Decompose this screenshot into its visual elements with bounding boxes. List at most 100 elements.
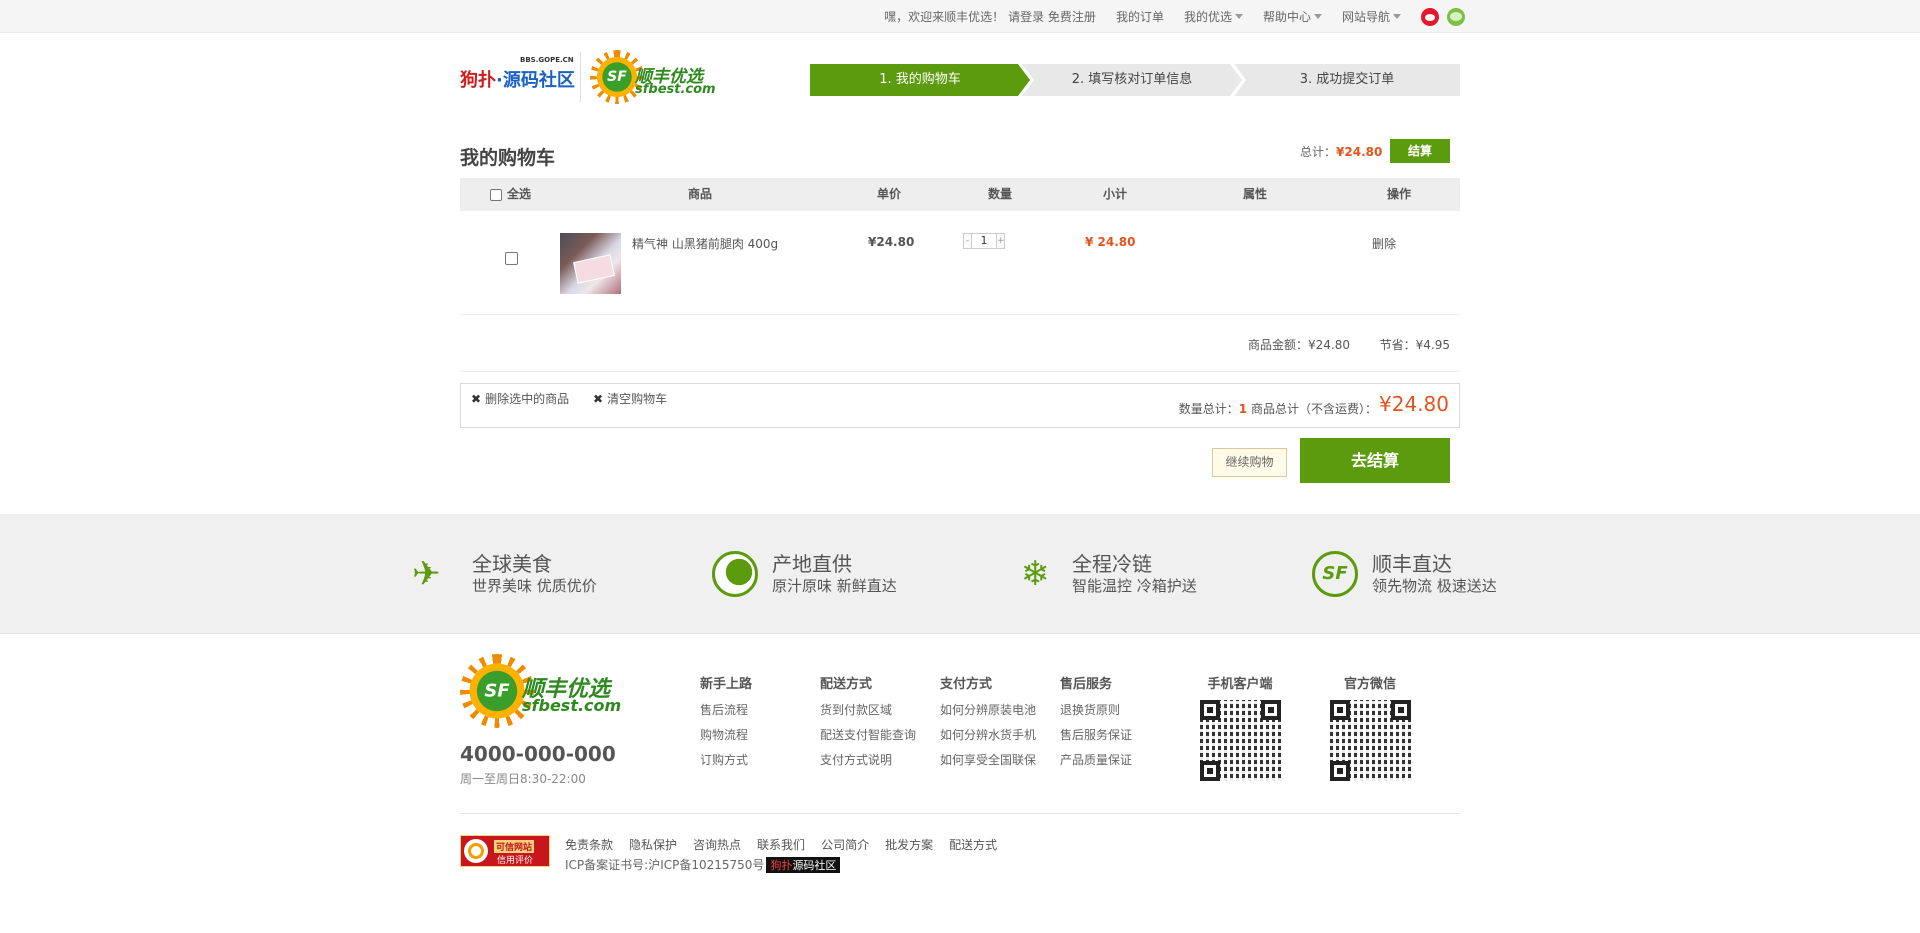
checkout-button[interactable]: 去结算: [1300, 438, 1450, 483]
footer-link[interactable]: 货到付款区域: [820, 701, 930, 718]
my-orders-link[interactable]: 我的订单: [1116, 8, 1164, 25]
footer-column-after-sales: 售后服务 退换货原则 售后服务保证 产品质量保证: [1060, 673, 1170, 776]
footer-column-title: 售后服务: [1060, 677, 1113, 692]
col-operation: 操作: [1387, 187, 1412, 201]
close-icon: ✖: [471, 391, 482, 406]
feature-subtitle: 世界美味 优质优价: [472, 577, 597, 595]
partner-logo-red: 狗扑: [460, 70, 496, 91]
footer-link[interactable]: 售后服务保证: [1060, 726, 1170, 743]
goods-total: ¥24.80: [1379, 392, 1449, 416]
footer-column-delivery: 配送方式 货到付款区域 配送支付智能查询 支付方式说明: [820, 673, 930, 776]
saved-amount: 节省：¥4.95: [1380, 336, 1450, 353]
partner-logo-blue: ·源码社区: [496, 70, 575, 91]
footer-link[interactable]: 咨询热点: [693, 836, 741, 853]
footer-logo[interactable]: SF 顺丰优选 sfbest.com: [460, 654, 621, 730]
footer-link[interactable]: 退换货原则: [1060, 701, 1170, 718]
qty-total: 1: [1238, 402, 1248, 416]
trusted-site-badge[interactable]: 可信网站 信用评价: [460, 835, 550, 867]
my-sfbest-label: 我的优选: [1183, 10, 1232, 24]
plane-icon: ✈: [412, 554, 441, 594]
footer-link[interactable]: 联系我们: [757, 836, 805, 853]
total-value: ¥24.80: [1336, 145, 1383, 159]
clear-cart-label: 清空购物车: [607, 392, 668, 406]
footer-links: 免责条款 隐私保护 咨询热点 联系我们 公司简介 批发方案 配送方式: [565, 836, 1013, 853]
trust-seal-icon: [464, 839, 488, 863]
feature-subtitle: 领先物流 极速送达: [1372, 577, 1497, 595]
footer-link[interactable]: 售后流程: [700, 701, 810, 718]
qr-corner: [1260, 700, 1281, 720]
top-links: 嘿，欢迎来顺丰优选！ 请登录 免费注册 我的订单 我的优选 帮助中心 网站导航: [884, 0, 1920, 33]
total-label: 总计：: [1300, 145, 1337, 159]
footer-link[interactable]: 购物流程: [700, 726, 810, 743]
quantity-stepper: - 1 +: [963, 233, 1005, 249]
goods-amount: 商品金额：¥24.80: [1248, 336, 1350, 353]
qr-corner: [1199, 761, 1220, 781]
footer-column-title: 配送方式: [820, 677, 873, 692]
weibo-icon[interactable]: [1421, 7, 1439, 26]
qty-plus-button[interactable]: +: [996, 233, 1005, 249]
footer-link[interactable]: 免责条款: [565, 836, 613, 853]
goods-total-label: 商品总计（不含运费）：: [1250, 402, 1377, 416]
saved-value: ¥4.95: [1415, 338, 1450, 352]
help-center-menu[interactable]: 帮助中心: [1263, 8, 1322, 25]
step-fill-order: 2. 填写核对订单信息: [1022, 64, 1242, 96]
sf-icon: SF: [1312, 551, 1358, 597]
sum-summary: 数量总计：1 商品总计（不含运费）：: [1179, 400, 1377, 417]
page-title: 我的购物车: [460, 147, 556, 169]
footer-link[interactable]: 配送支付智能查询: [820, 726, 930, 743]
amount-summary: 商品金额：¥24.80 节省：¥4.95: [460, 315, 1460, 372]
footer-link[interactable]: 公司简介: [821, 836, 869, 853]
badge-subtitle: 信用评价: [497, 856, 534, 866]
col-attributes: 属性: [1243, 187, 1268, 201]
site-nav-menu[interactable]: 网站导航: [1342, 8, 1401, 25]
login-register-link[interactable]: 请登录 免费注册: [1008, 8, 1096, 25]
continue-shopping-button[interactable]: 继续购物: [1212, 448, 1287, 477]
footer-link[interactable]: 如何分辨原装电池: [940, 701, 1050, 718]
qty-input[interactable]: 1: [972, 233, 996, 249]
product-thumbnail[interactable]: [560, 233, 621, 294]
clear-cart-button[interactable]: ✖ 清空购物车: [593, 390, 667, 407]
footer-link[interactable]: 支付方式说明: [820, 751, 930, 768]
table-row: 精气神 山黑猪前腿肉 400g ¥24.80 - 1 + ¥ 24.80 删除: [460, 211, 1460, 315]
wechat-icon[interactable]: [1447, 7, 1465, 26]
footer-column-title: 支付方式: [940, 677, 993, 692]
feature-subtitle: 智能温控 冷箱护送: [1072, 577, 1197, 595]
top-bar: 嘿，欢迎来顺丰优选！ 请登录 免费注册 我的订单 我的优选 帮助中心 网站导航: [0, 0, 1920, 33]
delete-selected-button[interactable]: ✖ 删除选中的商品: [471, 390, 569, 407]
settle-button-small[interactable]: 结算: [1390, 139, 1450, 163]
service-hours: 周一至周日8:30-22:00: [460, 772, 586, 786]
help-center-label: 帮助中心: [1262, 10, 1311, 24]
header-logo[interactable]: BBS.GOPE.CN 狗扑·源码社区 SF 顺丰优选 sfbest.com: [460, 48, 716, 106]
qr-mobile-app: 手机客户端: [1195, 673, 1285, 781]
qty-minus-button[interactable]: -: [963, 233, 972, 249]
qr-title: 官方微信: [1343, 677, 1396, 692]
item-checkbox[interactable]: [505, 252, 518, 265]
brand-name-en: sfbest.com: [635, 82, 716, 97]
feature-subtitle: 原汁原味 新鲜直达: [772, 577, 897, 595]
globe-icon: [712, 551, 758, 597]
partner-tag[interactable]: 狗扑源码社区: [766, 856, 841, 873]
welcome-text: 嘿，欢迎来顺丰优选！: [884, 10, 1005, 24]
col-quantity: 数量: [988, 187, 1013, 201]
product-name-link[interactable]: 精气神 山黑猪前腿肉 400g: [632, 235, 778, 252]
my-sfbest-menu[interactable]: 我的优选: [1184, 8, 1243, 25]
delete-item-link[interactable]: 删除: [1372, 235, 1396, 252]
qr-corner: [1199, 700, 1220, 720]
footer-link[interactable]: 配送方式: [949, 836, 997, 853]
icp-info: ICP备案证书号:沪ICP备10215750号 狗扑源码社区: [565, 856, 841, 873]
footer-link[interactable]: 如何享受全国联保: [940, 751, 1050, 768]
qr-corner: [1329, 700, 1350, 720]
col-unit-price: 单价: [877, 187, 902, 201]
col-select-all[interactable]: 全选: [507, 178, 531, 211]
footer-link[interactable]: 如何分辨水货手机: [940, 726, 1050, 743]
footer-link[interactable]: 批发方案: [885, 836, 933, 853]
site-nav-label: 网站导航: [1341, 10, 1390, 24]
footer-link[interactable]: 产品质量保证: [1060, 751, 1170, 768]
footer-link[interactable]: 隐私保护: [629, 836, 677, 853]
chevron-down-icon: [1234, 14, 1243, 19]
step-cart: 1. 我的购物车: [810, 64, 1030, 96]
feature-strip: ✈ 全球美食 世界美味 优质优价 产地直供 原汁原味 新鲜直达 ❄ 全程冷链 智…: [0, 514, 1920, 634]
footer-divider: [460, 813, 1460, 814]
select-all-checkbox[interactable]: [490, 189, 502, 201]
footer-link[interactable]: 订购方式: [700, 751, 810, 768]
